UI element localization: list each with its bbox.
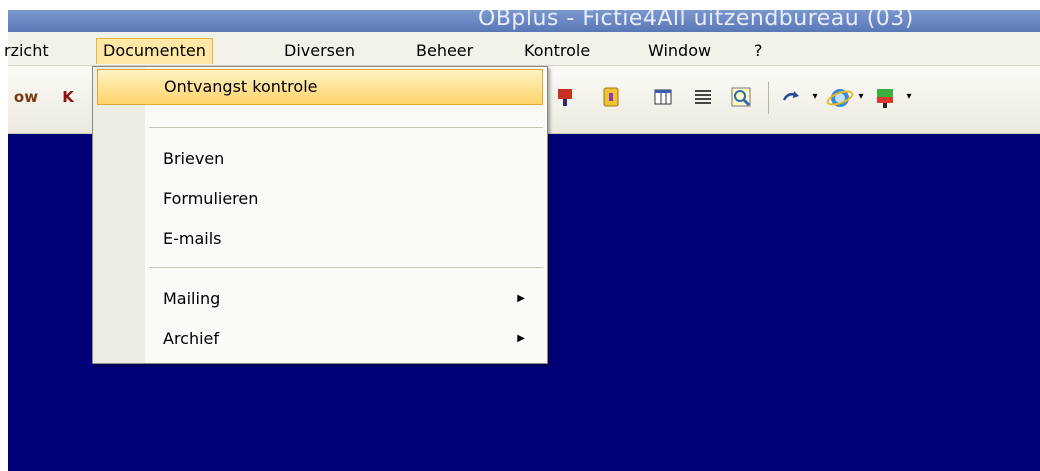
internet-explorer-icon[interactable] [826,86,854,108]
menu-overzicht[interactable]: rzicht [0,38,55,64]
menu-item-brieven[interactable]: Brieven [97,141,543,177]
menu-bar: rzicht Documenten Diversen Beheer Kontro… [4,32,1040,66]
menu-help[interactable]: ? [748,38,769,64]
dropdown-separator [149,267,543,268]
redo-dropdown-icon[interactable]: ▾ [808,86,822,108]
toolbar-k-button[interactable]: K [50,86,86,108]
menu-item-mailing[interactable]: Mailing ▶ [97,281,543,317]
menu-item-label: Formulieren [163,189,259,208]
menu-item-archief[interactable]: Archief ▶ [97,321,543,357]
preview-icon[interactable] [730,86,752,108]
menu-item-ontvangst-kontrole[interactable]: Ontvangst kontrole [97,69,543,105]
ie-dropdown-icon[interactable]: ▾ [854,86,868,108]
menu-item-label: Brieven [163,149,225,168]
menu-item-label: E-mails [163,229,222,248]
title-bar: OBplus - Fictie4All uitzendbureau (03) [8,10,1040,32]
pin-icon[interactable] [554,86,576,108]
submenu-arrow-icon: ▶ [517,333,525,344]
redo-icon[interactable] [780,86,808,108]
menu-item-label: Archief [163,329,220,348]
menu-documenten[interactable]: Documenten [96,38,213,64]
tools-dropdown-icon[interactable]: ▾ [902,86,916,108]
menu-kontrole[interactable]: Kontrole [518,38,596,64]
dropdown-separator [149,127,543,128]
window-title: OBplus - Fictie4All uitzendbureau (03) [478,10,914,31]
list-icon[interactable] [692,86,714,108]
menu-item-formulieren[interactable]: Formulieren [97,181,543,217]
tools-icon[interactable] [872,86,900,108]
menu-item-label: Mailing [163,289,221,308]
book-icon[interactable] [600,86,622,108]
menu-item-label: Ontvangst kontrole [164,77,318,96]
toolbar-separator [768,82,769,114]
documenten-dropdown: Ontvangst kontrole Brieven Formulieren E… [92,66,548,364]
submenu-arrow-icon: ▶ [517,293,525,304]
table-icon[interactable] [652,86,674,108]
menu-item-e-mails[interactable]: E-mails [97,221,543,257]
toolbar-ow-button[interactable]: ow [6,86,46,108]
menu-beheer[interactable]: Beheer [410,38,479,64]
menu-window[interactable]: Window [642,38,717,64]
menu-diversen[interactable]: Diversen [278,38,361,64]
